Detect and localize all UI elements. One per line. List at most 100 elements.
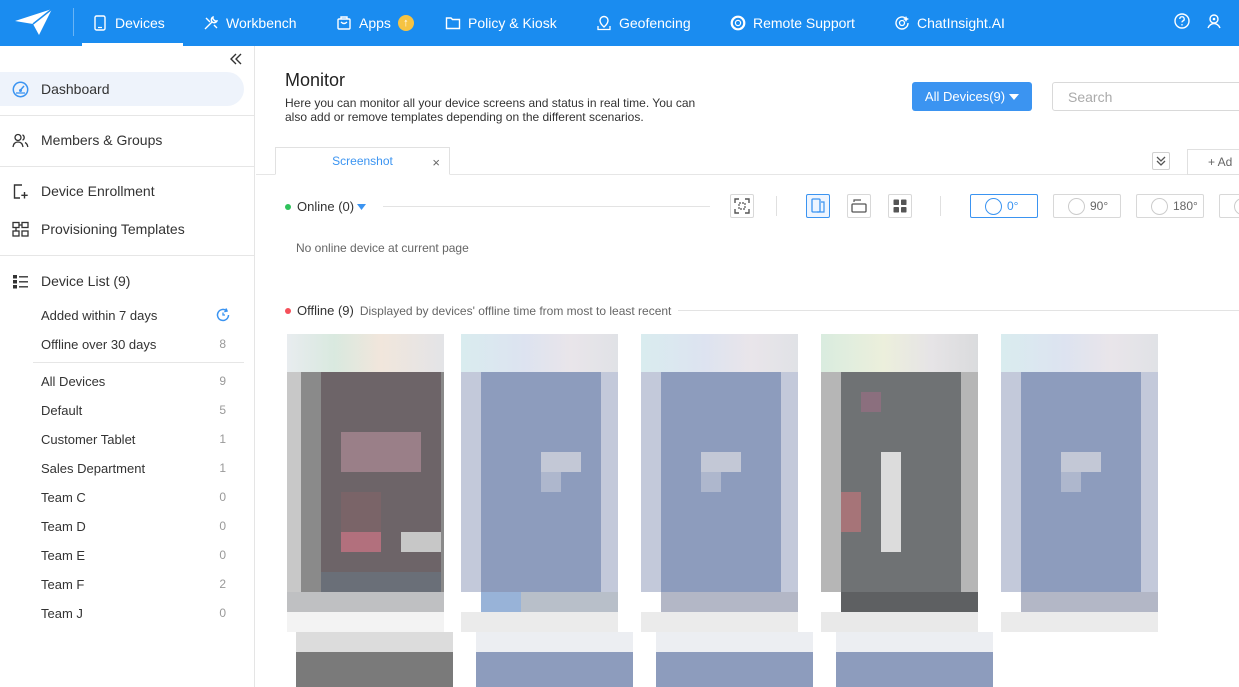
users-icon (12, 133, 29, 148)
rotate-icon (1151, 198, 1168, 215)
group-count: 0 (219, 519, 226, 533)
group-default[interactable]: Default 5 (41, 399, 231, 421)
refresh-icon[interactable] (215, 307, 231, 323)
lifebuoy-icon (730, 15, 746, 31)
sidebar-item-label: Members & Groups (41, 132, 163, 148)
sidebar-item-device-enrollment[interactable]: Device Enrollment (0, 174, 244, 208)
device-screenshot-thumbnail[interactable] (821, 334, 978, 632)
rotate-90-button[interactable]: 90° (1053, 194, 1121, 218)
landscape-view-button[interactable] (847, 194, 871, 218)
group-team-j[interactable]: Team J 0 (41, 602, 231, 624)
search-placeholder: Search (1068, 88, 1113, 105)
nav-label: Geofencing (619, 15, 691, 31)
nav-label: Remote Support (753, 15, 855, 31)
nav-apps[interactable]: Apps ↑ (336, 0, 414, 46)
online-section-header: Online (0) (285, 199, 367, 214)
rotate-icon (1068, 198, 1085, 215)
divider (0, 115, 254, 116)
nav-devices[interactable]: Devices (82, 0, 183, 46)
group-count: 0 (219, 606, 226, 620)
caret-down-icon[interactable] (357, 203, 367, 210)
group-label: All Devices (41, 373, 106, 389)
portrait-view-button[interactable] (806, 194, 830, 218)
fit-screen-button[interactable] (730, 194, 754, 218)
page-description: Here you can monitor all your device scr… (285, 96, 696, 124)
rotate-270-button[interactable] (1219, 194, 1239, 218)
group-all-devices[interactable]: All Devices 9 (41, 370, 231, 392)
sidebar-item-device-list[interactable]: Device List (9) (0, 264, 244, 298)
rotation-label: 180° (1173, 199, 1198, 213)
chat-ai-icon (895, 16, 909, 30)
phone-icon (94, 15, 106, 31)
dropdown-label: All Devices(9) (924, 89, 1006, 104)
nav-label: Workbench (226, 15, 297, 31)
device-screenshot-thumbnail[interactable] (1001, 334, 1158, 632)
sidebar-item-dashboard[interactable]: Dashboard (0, 72, 244, 106)
sidebar-item-members-groups[interactable]: Members & Groups (0, 123, 244, 157)
group-label: Team J (41, 605, 83, 621)
page-title: Monitor (285, 70, 346, 90)
group-team-f[interactable]: Team F 2 (41, 573, 231, 595)
rotate-0-button[interactable]: 0° (970, 194, 1038, 218)
filter-added-7-days[interactable]: Added within 7 days (41, 304, 231, 326)
sidebar-item-label: Device Enrollment (41, 183, 155, 199)
tools-icon (204, 15, 219, 30)
close-icon[interactable]: × (432, 155, 440, 170)
main-content: Monitor Here you can monitor all your de… (256, 46, 1239, 687)
template-icon (12, 221, 29, 237)
dashboard-icon (12, 81, 29, 98)
nav-policy-kiosk[interactable]: Policy & Kiosk (445, 0, 557, 46)
bag-icon (337, 16, 351, 30)
divider (0, 255, 254, 256)
divider (33, 362, 244, 363)
sidebar-item-label: Dashboard (41, 81, 110, 97)
help-icon[interactable] (1173, 12, 1191, 30)
enroll-icon (13, 184, 28, 199)
device-screenshot-thumbnail[interactable] (476, 632, 633, 687)
tab-screenshot[interactable]: Screenshot × (275, 147, 450, 175)
offline-status-dot (285, 307, 291, 314)
folder-icon (445, 17, 461, 30)
rotate-180-button[interactable]: 180° (1136, 194, 1204, 218)
device-screenshot-thumbnail[interactable] (287, 334, 444, 632)
nav-label: ChatInsight.AI (917, 15, 1005, 31)
group-count: 9 (219, 374, 226, 388)
device-screenshot-thumbnail[interactable] (296, 632, 453, 687)
divider (678, 310, 1239, 311)
add-template-button[interactable]: + Ad (1187, 149, 1239, 175)
portrait-icon (811, 198, 825, 213)
collapse-sidebar-icon[interactable] (229, 52, 243, 66)
group-team-e[interactable]: Team E 0 (41, 544, 231, 566)
device-screenshot-thumbnail[interactable] (461, 334, 618, 632)
nav-chatinsight[interactable]: ChatInsight.AI (894, 0, 1005, 46)
group-customer-tablet[interactable]: Customer Tablet 1 (41, 428, 231, 450)
all-devices-dropdown[interactable]: All Devices(9) (912, 82, 1032, 111)
nav-remote-support[interactable]: Remote Support (730, 0, 855, 46)
device-screenshot-thumbnail[interactable] (836, 632, 993, 687)
search-input[interactable]: Search (1052, 82, 1239, 111)
sidebar-item-provisioning-templates[interactable]: Provisioning Templates (0, 212, 244, 246)
grid-icon (893, 199, 907, 213)
group-label: Team F (41, 576, 85, 592)
group-sales-department[interactable]: Sales Department 1 (41, 457, 231, 479)
nav-workbench[interactable]: Workbench (203, 0, 297, 46)
upgrade-arrow-icon: ↑ (397, 15, 414, 31)
expand-tabs-button[interactable] (1152, 152, 1170, 170)
group-team-c[interactable]: Team C 0 (41, 486, 231, 508)
group-count: 2 (219, 577, 226, 591)
nav-label: Devices (115, 15, 165, 31)
logo-icon[interactable] (12, 7, 56, 37)
device-screenshot-thumbnail[interactable] (656, 632, 813, 687)
group-team-d[interactable]: Team D 0 (41, 515, 231, 537)
device-screenshot-thumbnail[interactable] (641, 334, 798, 632)
group-label: Team E (41, 547, 86, 563)
group-count: 1 (219, 432, 226, 446)
divider (940, 196, 941, 216)
nav-geofencing[interactable]: Geofencing (596, 0, 691, 46)
nav-label: Policy & Kiosk (468, 15, 557, 31)
online-label: Online (0) (297, 199, 355, 214)
user-icon[interactable] (1205, 12, 1223, 30)
filter-label: Offline over 30 days (41, 336, 157, 352)
grid-view-button[interactable] (888, 194, 912, 218)
filter-offline-30-days[interactable]: Offline over 30 days 8 (41, 333, 231, 355)
